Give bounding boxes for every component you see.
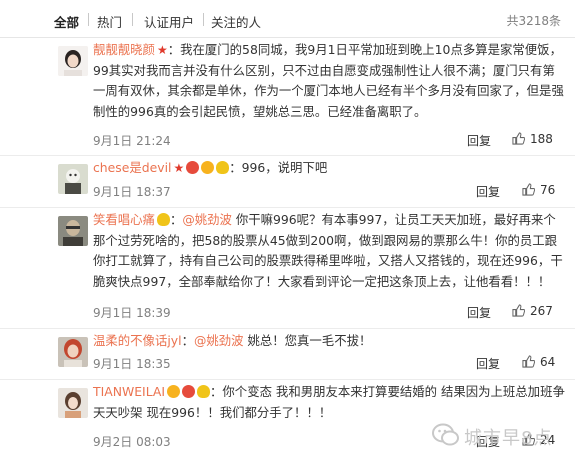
- comment-item: chese是devil ★ ：996，说明下吧 9月1日 18:37 回复 76: [0, 156, 575, 208]
- badge-icon: [182, 385, 196, 398]
- comment-time: 9月1日 18:37: [93, 185, 171, 199]
- wechat-icon: [432, 423, 459, 446]
- like-count: 267: [530, 304, 553, 318]
- avatar-image: [58, 216, 88, 246]
- thumbs-up-icon: [512, 304, 525, 317]
- vip-star-icon: ★: [156, 43, 168, 57]
- like-button[interactable]: 188: [512, 132, 553, 146]
- like-button[interactable]: 76: [522, 183, 555, 197]
- avatar[interactable]: [58, 337, 88, 367]
- avatar-image: [58, 388, 88, 418]
- comment-filter-bar: 全部 热门 认证用户 关注的人 共3218条: [0, 0, 575, 38]
- avatar-image: [58, 46, 88, 76]
- tab-divider: [203, 13, 204, 26]
- thumbs-up-icon: [512, 132, 525, 145]
- like-button[interactable]: 64: [522, 355, 555, 369]
- comment-time: 9月1日 18:39: [93, 306, 171, 320]
- comment-item: 靓靓靓晓颜 ★：我在厦门的58同城，我9月1日平常加班到晚上10点多算是家常便饭，…: [0, 38, 575, 156]
- tab-verified-users[interactable]: 认证用户: [144, 12, 194, 31]
- mention-link[interactable]: @姚劲波: [194, 333, 244, 348]
- comment-username[interactable]: 靓靓靓晓颜: [93, 42, 155, 57]
- like-count: 188: [530, 132, 553, 146]
- tab-divider: [132, 13, 133, 26]
- avatar[interactable]: [58, 46, 88, 76]
- verified-badge-icon: [167, 385, 181, 398]
- watermark: 城市早8点: [430, 418, 570, 454]
- comment-body: 温柔的不像话jyl：@姚劲波 姚总！您真一毛不拔！: [93, 333, 372, 348]
- comment-username[interactable]: 笑看唱心痛: [93, 212, 155, 227]
- comment-text: 姚总！您真一毛不拔！: [247, 333, 372, 348]
- tab-hot[interactable]: 热门: [97, 12, 122, 31]
- lightbulb-badge-icon: [156, 213, 170, 226]
- comment-username[interactable]: chese是devil: [93, 160, 171, 175]
- avatar[interactable]: [58, 164, 88, 194]
- comment-time: 9月2日 08:03: [93, 435, 171, 449]
- thumbs-up-icon: [522, 183, 535, 196]
- like-button[interactable]: 267: [512, 304, 553, 318]
- comment-item: 笑看唱心痛 ：@姚劲波 你干嘛996呢？有本事997，让员工天天加班，最好再来个那…: [0, 208, 575, 329]
- reply-button[interactable]: 回复: [476, 355, 500, 372]
- like-count: 76: [540, 183, 556, 197]
- mention-link[interactable]: @姚劲波: [182, 212, 232, 227]
- tab-divider: [88, 13, 89, 26]
- badge-icon: [186, 161, 200, 174]
- reply-button[interactable]: 回复: [467, 304, 491, 321]
- avatar-image: [58, 164, 88, 194]
- tab-all[interactable]: 全部: [54, 12, 79, 31]
- lightbulb-badge-icon: [197, 385, 211, 398]
- vip-star-icon: ★: [173, 161, 185, 175]
- comment-item: 温柔的不像话jyl：@姚劲波 姚总！您真一毛不拔！ 9月1日 18:35 回复 …: [0, 329, 575, 380]
- comment-body: 靓靓靓晓颜 ★：我在厦门的58同城，我9月1日平常加班到晚上10点多算是家常便饭，…: [93, 40, 565, 122]
- avatar-image: [58, 337, 88, 367]
- comment-text: ：996，说明下吧: [229, 160, 328, 175]
- comment-username[interactable]: TIANWEILAI: [93, 384, 165, 399]
- avatar[interactable]: [58, 216, 88, 246]
- like-count: 64: [540, 355, 556, 369]
- verified-badge-icon: [201, 161, 215, 174]
- comment-body: TIANWEILAI ：你个变态 我和男朋友本来打算要结婚的 结果因为上班总加班争…: [93, 382, 565, 423]
- reply-button[interactable]: 回复: [467, 132, 491, 149]
- reply-button[interactable]: 回复: [476, 183, 500, 200]
- thumbs-up-icon: [522, 355, 535, 368]
- comment-time: 9月1日 21:24: [93, 134, 171, 148]
- lightbulb-badge-icon: [216, 161, 230, 174]
- comment-total-count: 共3218条: [506, 14, 561, 28]
- tab-following[interactable]: 关注的人: [211, 12, 261, 31]
- comment-username[interactable]: 温柔的不像话jyl: [93, 333, 182, 348]
- avatar[interactable]: [58, 388, 88, 418]
- comment-body: 笑看唱心痛 ：@姚劲波 你干嘛996呢？有本事997，让员工天天加班，最好再来个那…: [93, 212, 563, 289]
- watermark-text: 城市早8点: [464, 428, 553, 449]
- comment-body: chese是devil ★ ：996，说明下吧: [93, 158, 565, 179]
- comment-time: 9月1日 18:35: [93, 357, 171, 371]
